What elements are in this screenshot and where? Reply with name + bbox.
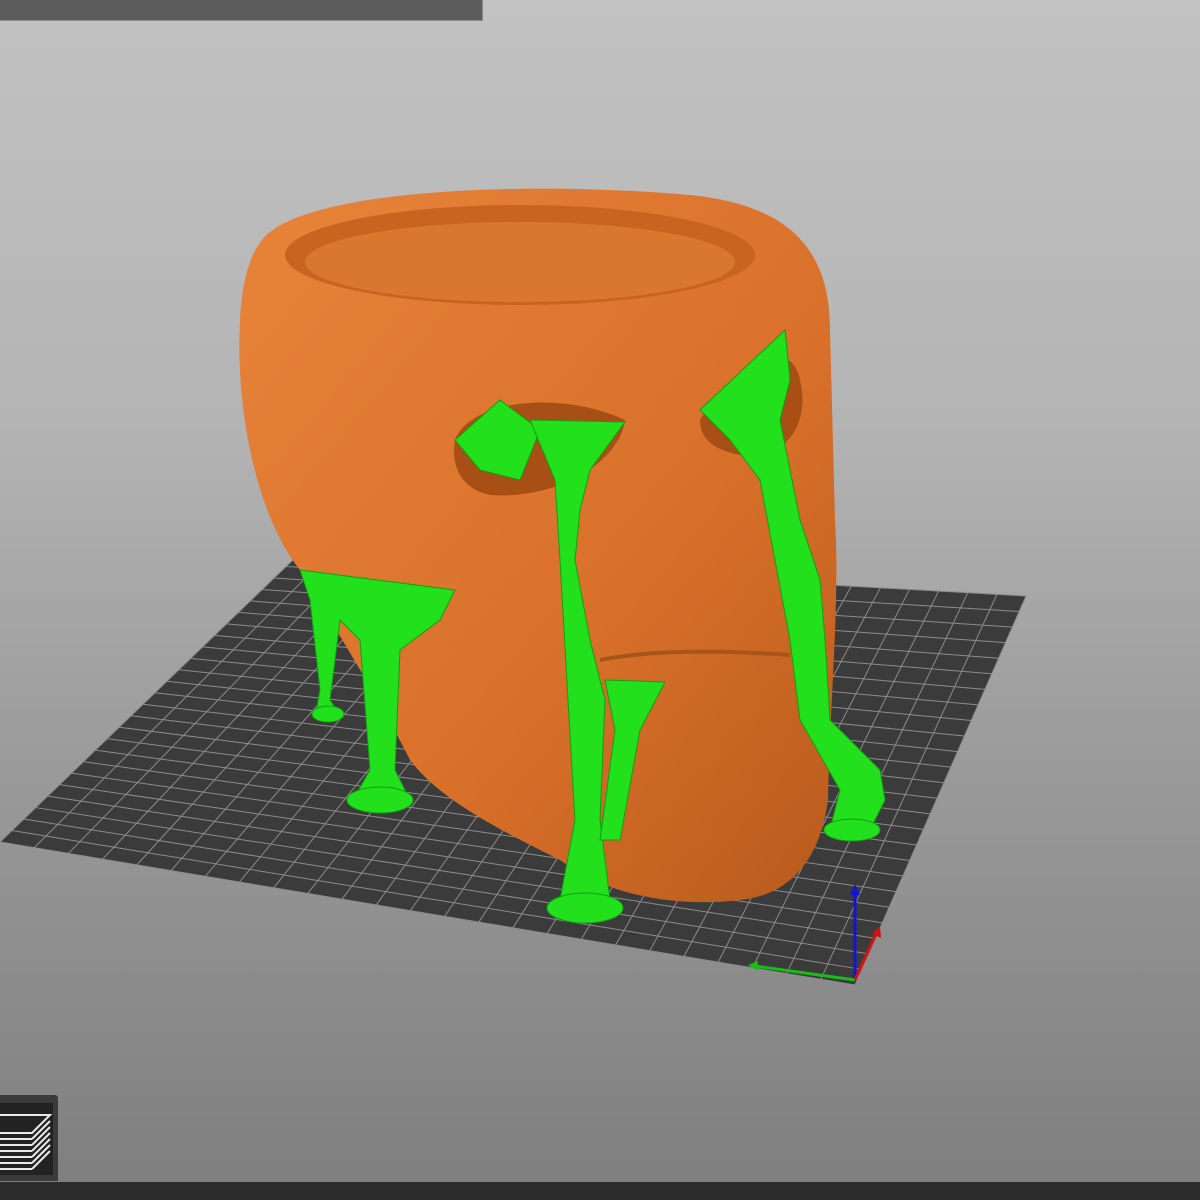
3d-viewport[interactable] (0, 0, 1200, 1200)
support-base (823, 818, 881, 842)
skull-opening-inner (305, 222, 735, 302)
support-base (346, 786, 414, 814)
layers-view-button[interactable] (0, 1095, 58, 1181)
layers-icon (0, 1103, 53, 1175)
status-bar (0, 1182, 1200, 1200)
support-base (546, 892, 624, 924)
support-base (311, 705, 345, 723)
